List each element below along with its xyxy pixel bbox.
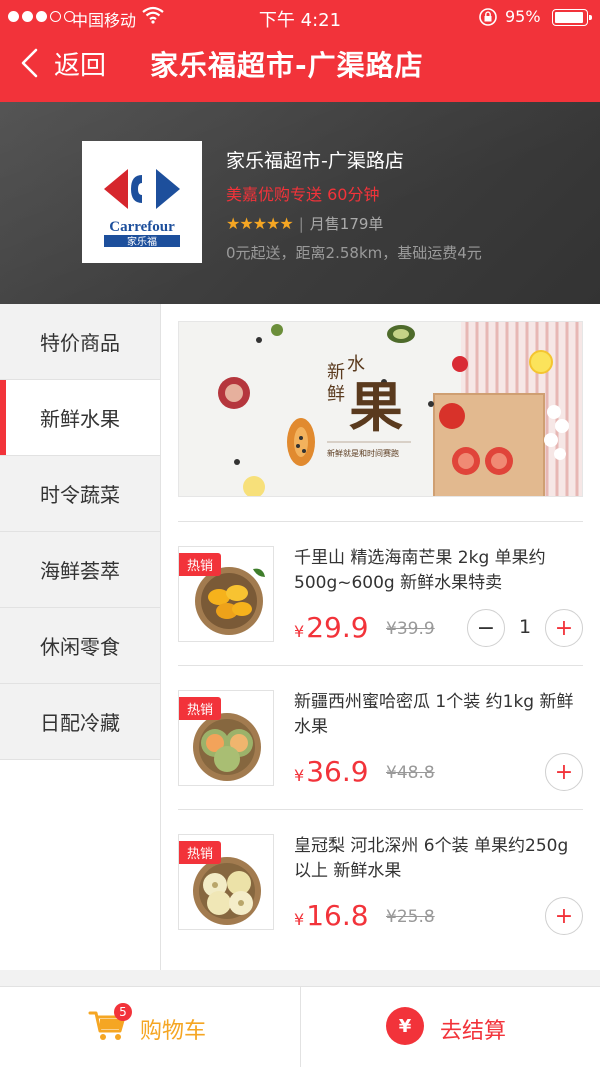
category-label: 休闲零食 [40,635,120,659]
logo-text: Carrefour [109,219,175,235]
add-to-cart-button[interactable]: + [545,753,583,791]
category-sidebar: 特价商品 新鲜水果 时令蔬菜 海鲜荟萃 休闲零食 日配冷藏 [0,304,161,970]
rotation-lock-icon [478,7,498,31]
cart-count-badge: 5 [114,1003,132,1021]
battery-icon [552,9,592,26]
decrease-quantity-button[interactable]: − [467,609,505,647]
product-original-price: ¥25.8 [386,907,435,927]
bottom-spacer [0,970,600,986]
product-image-melon[interactable]: 热销 [178,690,274,786]
add-to-cart-button[interactable]: + [545,609,583,647]
cart-button[interactable]: 5 购物车 [0,987,300,1067]
banner-char-3: 水 [347,354,365,375]
product-name[interactable]: 新疆西州蜜哈密瓜 1个装 约1kg 新鲜水果 [294,690,584,740]
add-to-cart-button[interactable]: + [545,897,583,935]
product-original-price: ¥39.9 [386,619,435,639]
star-rating-icon: ★★★★★ [226,214,294,233]
delivery-fees: 0元起送，距离2.58km，基础运费4元 [226,244,482,262]
product-card[interactable]: 热销 新疆西州蜜哈密瓜 1个装 约1kg 新鲜水果 ¥36.9 ¥48.8 + [178,665,583,809]
wallet-icon: ¥ [386,1007,424,1045]
product-original-price: ¥48.8 [386,763,435,783]
banner-char-2: 鲜 [327,384,345,405]
product-price: ¥36.9 [294,755,369,788]
store-info: 家乐福超市-广渠路店 美嘉优购专送 60分钟 ★★★★★ | 月售179单 0元… [226,146,482,263]
battery-percent: 95% [505,7,541,26]
category-item-specials[interactable]: 特价商品 [0,304,160,380]
product-image-mango[interactable]: 热销 [178,546,274,642]
back-button[interactable]: 返回 [14,40,106,86]
status-bar: 中国移动 下午 4:21 95% [0,0,600,34]
category-label: 海鲜荟萃 [40,559,120,583]
product-card[interactable]: 热销 皇冠梨 河北深州 6个装 单果约250g以上 新鲜水果 ¥16.8 ¥25… [178,809,583,953]
hot-badge: 热销 [179,553,222,576]
bottom-action-bar: 5 购物车 ¥ 去结算 [0,986,600,1067]
promo-banner[interactable]: 新 鲜 水 果 新鲜就是和时间赛跑 [178,321,583,497]
checkout-label: 去结算 [440,1019,507,1044]
product-list: 新 鲜 水 果 新鲜就是和时间赛跑 热销 千里山 精选海南芒果 2kg 单果约5… [161,304,600,970]
category-label: 时令蔬菜 [40,483,120,507]
plus-icon: + [554,615,574,641]
logo-subtext: 家乐福 [127,235,157,248]
app-header: 中国移动 下午 4:21 95% 返回 家乐福超市-广渠路店 [0,0,600,102]
hot-badge: 热销 [179,697,222,720]
hot-badge: 热销 [179,841,222,864]
monthly-sales: 月售179单 [309,215,384,233]
delivery-info: 美嘉优购专送 60分钟 [226,185,380,204]
product-name[interactable]: 千里山 精选海南芒果 2kg 单果约500g~600g 新鲜水果特卖 [294,546,584,596]
category-item-chilled[interactable]: 日配冷藏 [0,684,160,760]
cart-label: 购物车 [140,1019,207,1044]
store-logo: Carrefour 家乐福 [82,141,202,263]
banner-char-big: 果 [349,375,403,439]
quantity-value: 1 [518,616,532,638]
product-name[interactable]: 皇冠梨 河北深州 6个装 单果约250g以上 新鲜水果 [294,834,584,884]
plus-icon: + [554,759,574,785]
category-item-seafood[interactable]: 海鲜荟萃 [0,532,160,608]
product-image-pear[interactable]: 热销 [178,834,274,930]
minus-icon: − [476,615,496,641]
category-label: 特价商品 [40,331,120,355]
store-rating: ★★★★★ | 月售179单 [226,214,384,233]
product-card[interactable]: 热销 千里山 精选海南芒果 2kg 单果约500g~600g 新鲜水果特卖 ¥2… [178,521,583,665]
checkout-button[interactable]: ¥ 去结算 [300,987,600,1067]
banner-tagline: 新鲜就是和时间赛跑 [327,448,399,458]
category-label: 新鲜水果 [40,407,120,431]
back-label: 返回 [54,50,107,81]
category-item-vegetables[interactable]: 时令蔬菜 [0,456,160,532]
category-item-fresh-fruit[interactable]: 新鲜水果 [0,380,160,456]
banner-char-1: 新 [327,362,345,383]
category-label: 日配冷藏 [40,711,120,735]
page-title: 家乐福超市-广渠路店 [150,49,424,82]
product-price: ¥29.9 [294,611,369,644]
product-price: ¥16.8 [294,899,369,932]
plus-icon: + [554,903,574,929]
chevron-left-icon [21,48,38,78]
category-item-snacks[interactable]: 休闲零食 [0,608,160,684]
store-name: 家乐福超市-广渠路店 [226,150,404,172]
store-header: Carrefour 家乐福 家乐福超市-广渠路店 美嘉优购专送 60分钟 ★★★… [0,102,600,304]
